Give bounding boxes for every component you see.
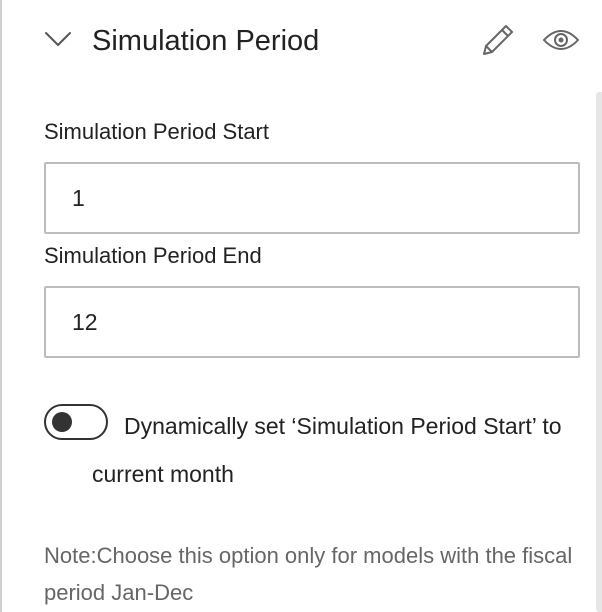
start-period-input[interactable] [44, 162, 580, 234]
chevron-down-icon[interactable] [44, 30, 72, 48]
pencil-icon[interactable] [480, 22, 516, 58]
scrollbar-thumb[interactable] [596, 92, 602, 612]
eye-icon[interactable] [542, 26, 580, 54]
toggle-knob [52, 412, 72, 432]
simulation-period-panel: Simulation Period Simulation Period Star… [0, 0, 602, 612]
end-period-input[interactable] [44, 286, 580, 358]
section-title: Simulation Period [92, 25, 320, 57]
start-field-label: Simulation Period Start [44, 119, 269, 144]
end-field-label: Simulation Period End [44, 243, 262, 268]
note-text: Note:Choose this option only for models … [44, 543, 573, 605]
toggle-label: Dynamically set ‘Simulation Period Start… [92, 413, 562, 487]
section-header: Simulation Period [2, 0, 596, 82]
scrollbar[interactable] [594, 0, 602, 612]
